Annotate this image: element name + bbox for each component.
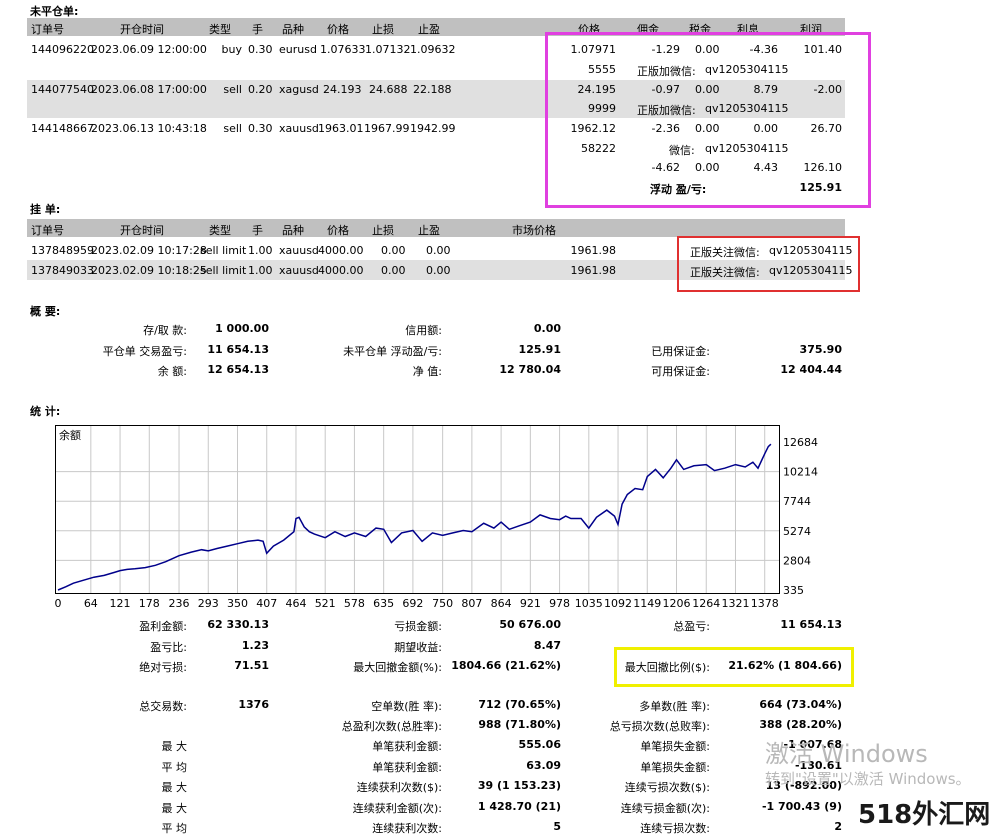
x-tick-label: 807 [461, 597, 482, 610]
max-consec-label: 最 大 [161, 781, 188, 794]
consec-profit-value: 1 428.70 (21) [477, 800, 561, 813]
site-watermark: 518外汇网 [858, 800, 991, 830]
y-tick-label: 2804 [783, 554, 811, 567]
yellow-highlight-box [614, 647, 854, 687]
net-profit-value: 11 654.13 [780, 618, 842, 631]
activate-windows-title: 激活 Windows [765, 740, 928, 768]
x-tick-label: 121 [110, 597, 131, 610]
x-tick-label: 350 [227, 597, 248, 610]
max-drawdown-label: 最大回撤金额(%): [353, 661, 442, 674]
long-positions-label: 多单数(胜 率): [639, 700, 710, 713]
profit-trades-value: 988 (71.80%) [478, 718, 561, 731]
x-tick-label: 64 [84, 597, 98, 610]
avg-profit-label: 单笔获利金额: [372, 761, 442, 774]
x-tick-label: 178 [139, 597, 160, 610]
profit-factor-label: 盈亏比: [150, 641, 187, 654]
max-drawdown-value: 1804.66 (21.62%) [451, 659, 561, 672]
expected-payoff-value: 8.47 [533, 639, 561, 652]
expected-payoff-label: 期望收益: [394, 641, 442, 654]
consec-profit-label: 连续获利金额(次): [352, 802, 442, 815]
max-consec-amount-label: 最 大 [161, 802, 188, 815]
profit-factor-value: 1.23 [241, 639, 269, 652]
gross-loss-value: 50 676.00 [499, 618, 561, 631]
x-tick-label: 1264 [692, 597, 720, 610]
x-tick-label: 1378 [751, 597, 779, 610]
consec-wins-value: 39 (1 153.23) [477, 779, 561, 792]
consec-loss-value: -1 700.43 (9) [761, 800, 842, 813]
consec-losses-label: 连续亏损次数($): [624, 781, 710, 794]
gross-profit-label: 盈利金额: [139, 620, 187, 633]
y-tick-label: 12684 [783, 436, 818, 449]
x-tick-label: 464 [285, 597, 306, 610]
y-tick-label: 5274 [783, 525, 811, 538]
short-positions-value: 712 (70.65%) [478, 698, 561, 711]
y-tick-label: 335 [783, 584, 804, 597]
x-tick-label: 692 [402, 597, 423, 610]
avg-loss-label: 单笔损失金额: [640, 761, 710, 774]
largest-profit-value: 555.06 [518, 738, 561, 751]
x-tick-label: 521 [315, 597, 336, 610]
x-tick-label: 578 [344, 597, 365, 610]
chart-title: 余额 [59, 428, 81, 442]
avg-profit-value: 63.09 [526, 759, 561, 772]
x-tick-label: 407 [256, 597, 277, 610]
y-tick-label: 7744 [783, 495, 811, 508]
avg-consec-wins-value: 5 [553, 820, 561, 833]
avg-consec-losses-value: 2 [834, 820, 842, 833]
average-consec-label: 平 均 [161, 822, 188, 835]
profit-trades-label: 总盈利次数(总胜率): [341, 720, 442, 733]
gross-loss-label: 亏损金额: [394, 620, 442, 633]
absolute-drawdown-label: 绝对亏损: [139, 661, 187, 674]
total-trades-value: 1376 [238, 698, 269, 711]
chart-plot-frame [55, 425, 780, 594]
x-tick-label: 750 [432, 597, 453, 610]
largest-label: 最 大 [161, 740, 188, 753]
x-tick-label: 635 [373, 597, 394, 610]
chart-y-axis-labels: 12684 10214 7744 5274 2804 335 [783, 436, 818, 597]
x-tick-label: 1321 [721, 597, 749, 610]
y-tick-label: 10214 [783, 466, 818, 479]
gross-profit-value: 62 330.13 [207, 618, 269, 631]
x-tick-label: 0 [55, 597, 62, 610]
average-label: 平 均 [161, 761, 188, 774]
avg-consec-losses-label: 连续亏损次数: [640, 822, 710, 835]
x-tick-label: 1035 [575, 597, 603, 610]
activate-windows-subtitle: 转到"设置"以激活 Windows。 [765, 770, 971, 788]
long-positions-value: 664 (73.04%) [759, 698, 842, 711]
x-tick-label: 1092 [604, 597, 632, 610]
consec-wins-label: 连续获利次数($): [356, 781, 442, 794]
net-profit-label: 总盈亏: [673, 620, 710, 633]
loss-trades-value: 388 (28.20%) [759, 718, 842, 731]
x-tick-label: 864 [491, 597, 512, 610]
x-tick-label: 1149 [633, 597, 661, 610]
largest-profit-label: 单笔获利金额: [372, 740, 442, 753]
x-tick-label: 1206 [663, 597, 691, 610]
total-trades-label: 总交易数: [139, 700, 187, 713]
chart-x-axis-labels: 0 64 121 178 236 293 350 407 464 521 578 635 692 750 8… [55, 597, 779, 610]
x-tick-label: 293 [198, 597, 219, 610]
avg-consec-wins-label: 连续获利次数: [372, 822, 442, 835]
x-tick-label: 978 [549, 597, 570, 610]
consec-loss-label: 连续亏损金额(次): [620, 802, 710, 815]
loss-trades-label: 总亏损次数(总败率): [609, 720, 710, 733]
absolute-drawdown-value: 71.51 [234, 659, 269, 672]
largest-loss-label: 单笔损失金额: [640, 740, 710, 753]
x-tick-label: 236 [169, 597, 190, 610]
short-positions-label: 空单数(胜 率): [371, 700, 442, 713]
x-tick-label: 921 [520, 597, 541, 610]
